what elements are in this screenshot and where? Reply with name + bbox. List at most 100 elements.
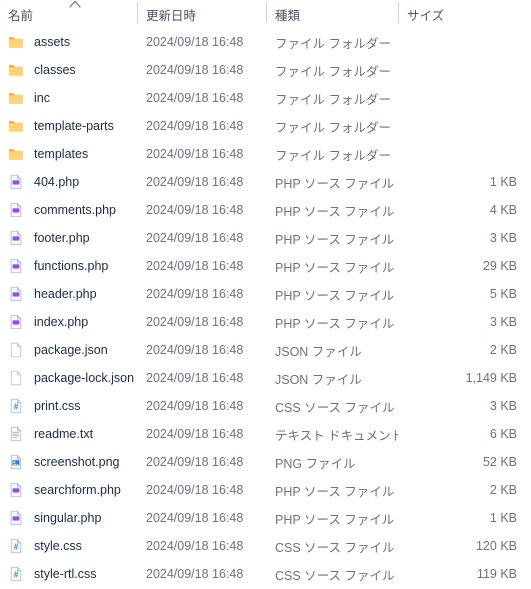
file-name-cell[interactable]: package.json [0,336,137,364]
file-explorer-details-view: 名前 更新日時 種類 サイズ assets 2024/09/18 16:48 ファイ… [0,0,531,589]
file-name-label: templates [34,147,89,161]
file-list-row[interactable]: screenshot.png 2024/09/18 16:48 PNG ファイル 52… [0,448,531,476]
php-file-icon [8,314,24,330]
file-name-cell[interactable]: classes [0,56,137,84]
file-list-row[interactable]: comments.php 2024/09/18 16:48 PHP ソース ファイル… [0,196,531,224]
file-name-cell[interactable]: comments.php [0,196,137,224]
file-type-cell: ファイル フォルダー [275,64,391,79]
file-name-label: searchform.php [34,483,121,497]
file-name-cell[interactable]: # style-rtl.css [0,560,137,588]
php-file-icon [8,174,24,190]
file-date-modified-cell: 2024/09/18 16:48 [146,483,244,497]
file-name-cell[interactable]: assets [0,28,137,56]
file-name-cell[interactable]: functions.php [0,252,137,280]
file-list-row[interactable]: footer.php 2024/09/18 16:48 PHP ソース ファイル 3 … [0,224,531,252]
file-type-cell: ファイル フォルダー [275,148,391,163]
file-date-modified-cell: 2024/09/18 16:48 [146,287,244,301]
file-list-row[interactable]: # print.css 2024/09/18 16:48 CSS ソース ファイル 3 … [0,392,531,420]
file-name-label: readme.txt [34,427,94,441]
column-header-type-label: 種類 [275,8,301,23]
column-header-row: 名前 更新日時 種類 サイズ [0,0,531,28]
file-date-modified-cell: 2024/09/18 16:48 [146,147,244,161]
file-name-cell[interactable]: templates [0,140,137,168]
file-size-cell: 119 KB [476,567,517,581]
file-type-cell: PHP ソース ファイル [275,484,395,499]
file-name-cell[interactable]: index.php [0,308,137,336]
folder-icon [8,118,24,134]
file-date-modified-cell: 2024/09/18 16:48 [146,63,244,77]
css-file-icon: # [8,566,24,582]
file-type-cell: ファイル フォルダー [275,120,391,135]
file-type-cell: PHP ソース ファイル [275,512,395,527]
file-type-cell: CSS ソース ファイル [275,540,395,555]
file-list-row[interactable]: classes 2024/09/18 16:48 ファイル フォルダー [0,56,531,84]
file-date-modified-cell: 2024/09/18 16:48 [146,455,244,469]
file-list-row[interactable]: template-parts 2024/09/18 16:48 ファイル フォルダー [0,112,531,140]
file-list-row[interactable]: functions.php 2024/09/18 16:48 PHP ソース ファイ… [0,252,531,280]
file-size-cell: 1,149 KB [465,371,517,385]
image-file-icon [8,454,24,470]
file-size-cell: 5 KB [489,287,517,301]
svg-text:#: # [14,402,19,411]
file-size-cell: 52 KB [482,455,517,469]
file-size-cell: 29 KB [482,259,517,273]
php-file-icon [8,482,24,498]
file-name-label: index.php [34,315,89,329]
file-size-cell: 2 KB [489,343,517,357]
column-header-date-modified[interactable]: 更新日時 [137,0,266,28]
column-header-type[interactable]: 種類 [266,0,398,28]
file-type-cell: CSS ソース ファイル [275,568,395,583]
file-list-row[interactable]: assets 2024/09/18 16:48 ファイル フォルダー [0,28,531,56]
file-date-modified-cell: 2024/09/18 16:48 [146,399,244,413]
file-list: assets 2024/09/18 16:48 ファイル フォルダー classes 2… [0,28,531,588]
file-name-cell[interactable]: package-lock.json [0,364,137,392]
file-size-cell: 1 KB [489,511,517,525]
file-name-cell[interactable]: footer.php [0,224,137,252]
file-size-cell: 120 KB [475,539,517,553]
file-name-cell[interactable]: header.php [0,280,137,308]
file-list-row[interactable]: package.json 2024/09/18 16:48 JSON ファイル 2 K… [0,336,531,364]
folder-icon [8,62,24,78]
file-name-label: style.css [34,539,82,553]
file-list-row[interactable]: # style.css 2024/09/18 16:48 CSS ソース ファイル 12… [0,532,531,560]
file-size-cell [398,28,531,56]
file-list-row[interactable]: header.php 2024/09/18 16:48 PHP ソース ファイル 5 … [0,280,531,308]
file-list-row[interactable]: templates 2024/09/18 16:48 ファイル フォルダー [0,140,531,168]
column-header-size-label: サイズ [407,8,445,23]
column-header-name[interactable]: 名前 [0,0,137,28]
file-type-cell: PHP ソース ファイル [275,260,395,275]
file-name-cell[interactable]: screenshot.png [0,448,137,476]
php-file-icon [8,258,24,274]
file-name-label: classes [34,63,76,77]
file-name-label: functions.php [34,259,109,273]
file-name-cell[interactable]: singular.php [0,504,137,532]
file-list-row[interactable]: # style-rtl.css 2024/09/18 16:48 CSS ソース ファ… [0,560,531,588]
file-date-modified-cell: 2024/09/18 16:48 [146,35,244,49]
text-file-icon [8,426,24,442]
file-date-modified-cell: 2024/09/18 16:48 [146,231,244,245]
column-header-size[interactable]: サイズ [398,0,531,28]
file-name-cell[interactable]: inc [0,84,137,112]
file-name-cell[interactable]: # style.css [0,532,137,560]
php-file-icon [8,510,24,526]
file-name-label: 404.php [34,175,80,189]
svg-text:#: # [14,542,19,551]
file-type-cell: PHP ソース ファイル [275,176,395,191]
file-name-cell[interactable]: # print.css [0,392,137,420]
file-name-cell[interactable]: searchform.php [0,476,137,504]
file-list-row[interactable]: index.php 2024/09/18 16:48 PHP ソース ファイル 3 K… [0,308,531,336]
file-list-row[interactable]: searchform.php 2024/09/18 16:48 PHP ソース ファ… [0,476,531,504]
file-list-row[interactable]: 404.php 2024/09/18 16:48 PHP ソース ファイル 1 KB [0,168,531,196]
file-list-row[interactable]: singular.php 2024/09/18 16:48 PHP ソース ファイル… [0,504,531,532]
file-name-cell[interactable]: template-parts [0,112,137,140]
file-size-cell: 3 KB [489,231,517,245]
file-type-cell: CSS ソース ファイル [275,400,395,415]
file-name-label: package.json [34,343,108,357]
file-list-row[interactable]: inc 2024/09/18 16:48 ファイル フォルダー [0,84,531,112]
file-name-cell[interactable]: readme.txt [0,420,137,448]
file-list-row[interactable]: package-lock.json 2024/09/18 16:48 JSON ファ… [0,364,531,392]
file-list-row[interactable]: readme.txt 2024/09/18 16:48 テキスト ドキュメント 6 K… [0,420,531,448]
file-date-modified-cell: 2024/09/18 16:48 [146,203,244,217]
file-name-cell[interactable]: 404.php [0,168,137,196]
file-type-cell: JSON ファイル [275,344,362,359]
